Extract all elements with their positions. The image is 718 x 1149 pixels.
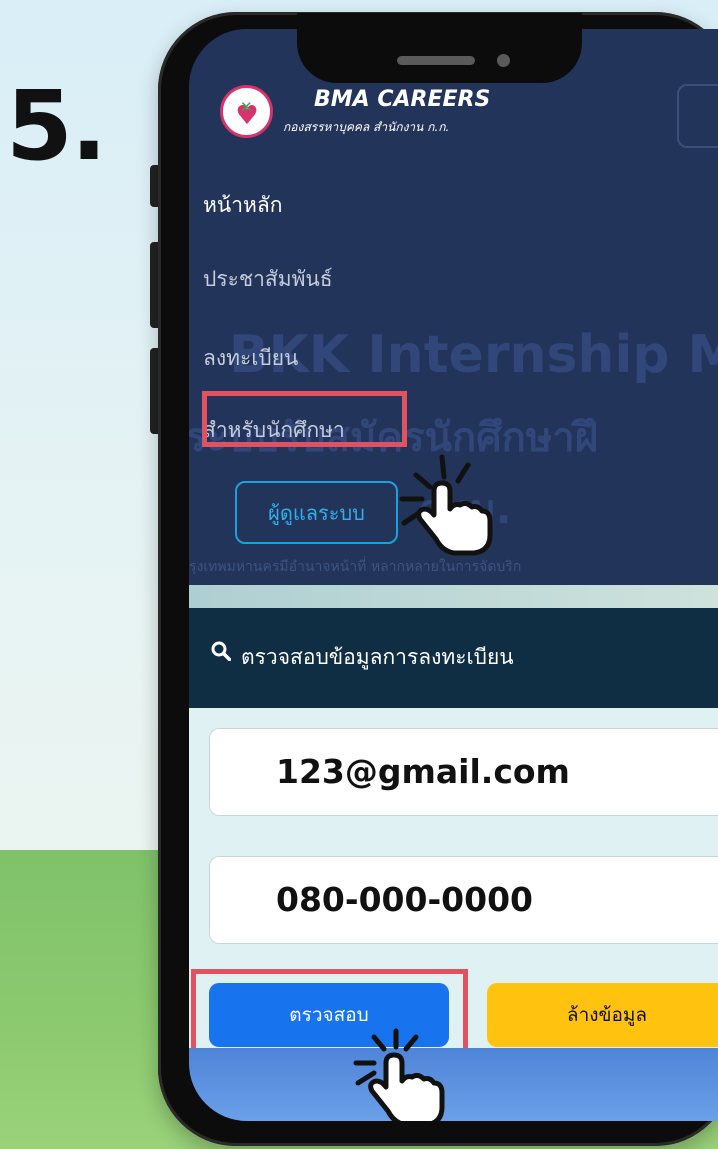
- phone-notch: [297, 13, 582, 83]
- person-icon: ✕: [240, 98, 253, 116]
- admin-button[interactable]: ผู้ดูแลระบบ: [235, 481, 398, 544]
- email-field[interactable]: 123@gmail.com: [209, 728, 718, 816]
- phone-screen: BKK Internship Mark ระบบรับสมัครนักศึกษา…: [189, 29, 718, 1121]
- hrm-logo[interactable]: ♥ ✕: [220, 85, 273, 138]
- menu-toggle-icon[interactable]: [677, 84, 718, 148]
- highlight-student-nav: [202, 391, 407, 447]
- brand-subtitle: กองสรรหาบุคคล สำนักงาน ก.ก.: [283, 120, 450, 134]
- nav-item-news[interactable]: ประชาสัมพันธ์: [203, 263, 333, 296]
- phone-camera: [497, 54, 510, 67]
- hero-caption-behind: รุงเทพมหานครมีอำนาจหน้าที่ หลากหลายในการ…: [189, 559, 522, 575]
- phone-field[interactable]: 080-000-0000: [209, 856, 718, 944]
- hero-title-behind: BKK Internship Mark: [229, 325, 718, 385]
- brand-title[interactable]: BMA CAREERS: [314, 87, 490, 112]
- nav-item-home[interactable]: หน้าหลัก: [203, 189, 282, 222]
- clear-button[interactable]: ล้างข้อมูล: [487, 983, 718, 1047]
- search-icon: [211, 641, 231, 661]
- pointer-hand-icon: [399, 454, 493, 556]
- nav-item-register[interactable]: ลงทะเบียน: [203, 342, 298, 375]
- search-panel-title: ตรวจสอบข้อมูลการลงทะเบียน: [241, 645, 514, 669]
- pointer-hand-icon: [353, 1028, 445, 1121]
- nav-menu: BKK Internship Mark ระบบรับสมัครนักศึกษา…: [189, 29, 718, 585]
- search-panel-header: ตรวจสอบข้อมูลการลงทะเบียน: [189, 608, 718, 708]
- phone-speaker: [397, 56, 475, 65]
- step-number: 5.: [6, 70, 107, 182]
- hero-band: [189, 585, 718, 608]
